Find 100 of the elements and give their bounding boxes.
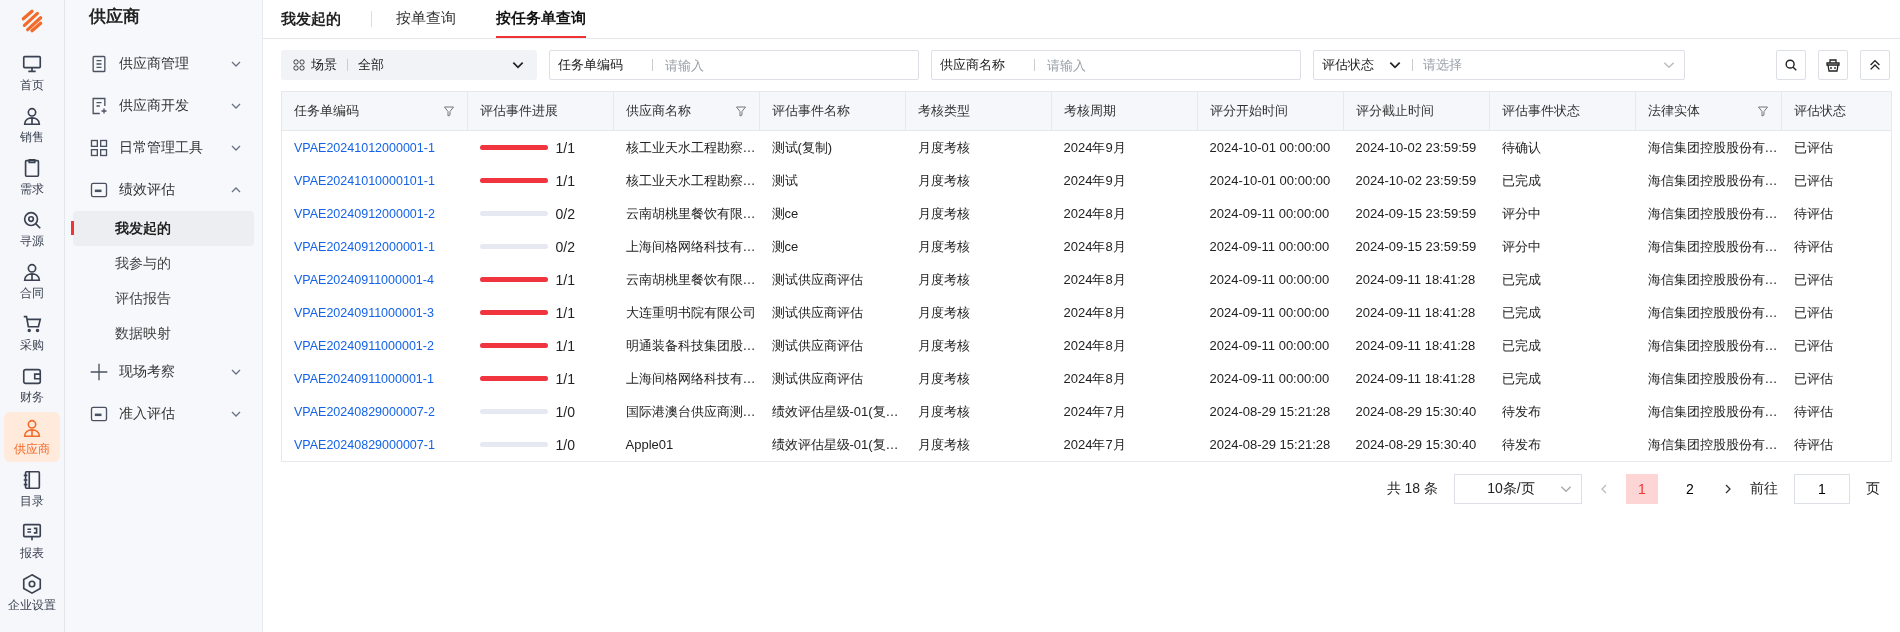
- table-cell: 月度考核: [917, 139, 970, 155]
- scene-value: 全部: [358, 56, 385, 74]
- hexagon-icon: [21, 572, 43, 595]
- table-cell: 国际港澳台供应商测…: [625, 403, 756, 419]
- tab[interactable]: 按单查询: [396, 0, 456, 38]
- table-cell: 测ce: [771, 205, 799, 221]
- table-cell: 已评估: [1793, 139, 1833, 155]
- column-header: 评估状态: [1781, 91, 1892, 131]
- page-input[interactable]: 1: [1794, 474, 1850, 504]
- rail-nav-item[interactable]: 需求: [4, 152, 60, 202]
- collapse-button[interactable]: [1860, 50, 1890, 80]
- progress-text: 1/1: [555, 370, 575, 387]
- task-code-link[interactable]: VPAE20240829000007-1: [294, 438, 435, 452]
- table-cell: 核工业天水工程勘察…: [625, 172, 756, 188]
- menu-group[interactable]: 准入评估: [73, 393, 254, 435]
- table-cell: 云南胡桃里餐饮有限…: [625, 205, 756, 221]
- progress-text: 1/0: [555, 403, 575, 420]
- column-header: 任务单编码: [281, 91, 468, 131]
- table-cell: 2024-10-01 00:00:00: [1209, 140, 1331, 155]
- rail-nav-item[interactable]: 采购: [4, 308, 60, 358]
- task-code-link[interactable]: VPAE20240829000007-2: [294, 405, 435, 419]
- card-icon: [89, 180, 109, 200]
- menu-group[interactable]: 日常管理工具: [73, 127, 254, 169]
- table-cell: 已评估: [1793, 304, 1833, 320]
- task-code-link[interactable]: VPAE20241012000001-1: [294, 141, 435, 155]
- task-code-link[interactable]: VPAE20240911000001-1: [294, 372, 434, 386]
- column-header: 评估事件名称: [759, 91, 906, 131]
- column-header: 考核周期: [1051, 91, 1198, 131]
- submenu-item[interactable]: 我发起的: [73, 211, 254, 246]
- column-header: 评分开始时间: [1197, 91, 1344, 131]
- column-header: 评分截止时间: [1343, 91, 1490, 131]
- table-cell: 月度考核: [917, 205, 970, 221]
- table-cell: 测ce: [771, 238, 799, 254]
- clear-button[interactable]: [1818, 50, 1848, 80]
- rail-nav-item[interactable]: 销售: [4, 100, 60, 150]
- task-code-link[interactable]: VPAE20240912000001-1: [294, 240, 435, 254]
- submenu-item[interactable]: 评估报告: [73, 281, 254, 316]
- tab[interactable]: 按任务单查询: [496, 0, 586, 38]
- filter-field[interactable]: 供应商名称 请输入: [931, 50, 1301, 80]
- filter-icon[interactable]: [443, 105, 455, 117]
- grid-icon: [89, 138, 109, 158]
- search-button[interactable]: [1776, 50, 1806, 80]
- progress-text: 1/1: [555, 139, 575, 156]
- table-cell: 月度考核: [917, 403, 970, 419]
- rail-nav-item[interactable]: 财务: [4, 360, 60, 410]
- rail-nav-item[interactable]: 首页: [4, 48, 60, 98]
- page-size-select[interactable]: 10条/页: [1454, 474, 1582, 504]
- rail-nav-item[interactable]: 寻源: [4, 204, 60, 254]
- table-cell: 测试供应商评估: [771, 370, 863, 386]
- table-cell: 2024年9月: [1063, 139, 1126, 155]
- text-input[interactable]: 请输入: [1045, 56, 1292, 74]
- table-cell: 已完成: [1501, 337, 1541, 353]
- table-cell: 2024年8月: [1063, 304, 1126, 320]
- scene-select[interactable]: 场景 全部: [281, 50, 537, 80]
- task-code-link[interactable]: VPAE20240911000001-3: [294, 306, 434, 320]
- task-code-link[interactable]: VPAE20240912000001-2: [294, 207, 435, 221]
- status-select[interactable]: 评估状态 请选择: [1313, 50, 1685, 80]
- table-cell: 已完成: [1501, 370, 1541, 386]
- table-cell: 上海间格网络科技有…: [625, 238, 756, 254]
- task-code-link[interactable]: VPAE20240911000001-4: [294, 273, 434, 287]
- table-cell: 月度考核: [917, 436, 970, 452]
- menu-group[interactable]: 供应商管理: [73, 43, 254, 85]
- table-cell: 海信集团控股股份有…: [1647, 403, 1778, 419]
- table-cell: 绩效评估星级-01(复…: [771, 436, 899, 452]
- table-cell: 海信集团控股股份有…: [1647, 436, 1778, 452]
- rail-nav-item[interactable]: 目录: [4, 464, 60, 514]
- text-input[interactable]: 请输入: [663, 56, 910, 74]
- filter-field[interactable]: 任务单编码 请输入: [549, 50, 919, 80]
- table-cell: 明通装备科技集团股…: [625, 337, 756, 353]
- search-icon: [1784, 58, 1798, 72]
- table-cell: 已评估: [1793, 271, 1833, 287]
- rail-nav-item[interactable]: 企业设置: [4, 568, 60, 618]
- table-cell: 2024-10-02 23:59:59: [1355, 173, 1477, 188]
- table-cell: 2024-10-01 00:00:00: [1209, 173, 1331, 188]
- submenu-item[interactable]: 数据映射: [73, 316, 254, 351]
- filter-icon[interactable]: [735, 105, 747, 117]
- menu-group[interactable]: 绩效评估: [73, 169, 254, 211]
- table-cell: 2024年8月: [1063, 205, 1126, 221]
- filter-icon[interactable]: [1757, 105, 1769, 117]
- table-cell: 测试(复制): [771, 139, 833, 155]
- menu-group[interactable]: 现场考察: [73, 351, 254, 393]
- task-code-link[interactable]: VPAE20241010000101-1: [294, 174, 435, 188]
- task-code-link[interactable]: VPAE20240911000001-2: [294, 339, 434, 353]
- table-cell: 2024-09-11 18:41:28: [1355, 272, 1476, 287]
- table-cell: 2024-08-29 15:30:40: [1355, 404, 1477, 419]
- table-cell: 已评估: [1793, 172, 1833, 188]
- table-cell: 绩效评估星级-01(复…: [771, 403, 899, 419]
- rail-nav-item[interactable]: 报表: [4, 516, 60, 566]
- page-button[interactable]: 2: [1674, 474, 1706, 504]
- rail-nav-item[interactable]: 合同: [4, 256, 60, 306]
- progress-text: 1/0: [555, 436, 575, 453]
- table-cell: Apple01: [625, 437, 674, 452]
- submenu-item[interactable]: 我参与的: [73, 246, 254, 281]
- menu-group[interactable]: 供应商开发: [73, 85, 254, 127]
- table-cell: 海信集团控股股份有…: [1647, 304, 1778, 320]
- table-cell: 2024年7月: [1063, 403, 1126, 419]
- table-cell: 2024年7月: [1063, 436, 1126, 452]
- table-cell: 海信集团控股股份有…: [1647, 238, 1778, 254]
- table-cell: 2024-09-11 18:41:28: [1355, 338, 1476, 353]
- table-cell: 核工业天水工程勘察…: [625, 139, 756, 155]
